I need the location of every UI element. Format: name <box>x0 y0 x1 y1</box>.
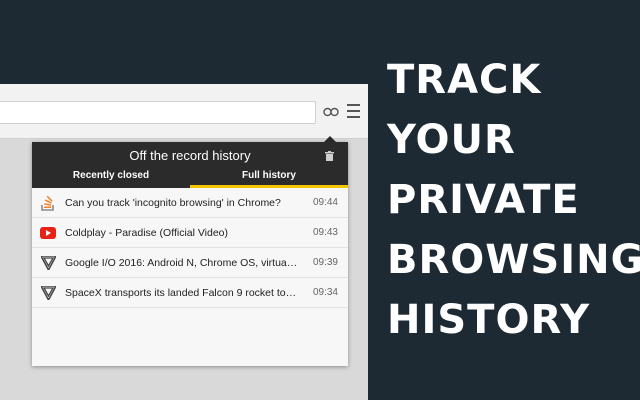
browser-window: Off the record history Recently closed F… <box>0 84 368 400</box>
headline-line: PRIVATE <box>387 177 580 223</box>
verge-icon <box>40 285 56 301</box>
history-row-time: 09:39 <box>312 257 338 268</box>
history-row-time: 09:34 <box>312 287 338 298</box>
headline: TRACK YOUR PRIVATE BROWSING HISTORY <box>387 50 640 350</box>
stackoverflow-icon <box>40 195 56 211</box>
verge-icon <box>40 255 56 271</box>
history-row[interactable]: Can you track 'incognito browsing' in Ch… <box>32 188 348 218</box>
address-bar[interactable] <box>0 101 316 124</box>
tab-full-history[interactable]: Full history <box>190 168 348 188</box>
browser-toolbar <box>0 84 368 139</box>
tab-recently-closed[interactable]: Recently closed <box>32 168 190 188</box>
history-row-title: Coldplay - Paradise (Official Video) <box>65 226 229 239</box>
history-row[interactable]: SpaceX transports its landed Falcon 9 ro… <box>32 278 348 308</box>
trash-icon[interactable] <box>325 151 334 161</box>
history-row[interactable]: Coldplay - Paradise (Official Video) 09:… <box>32 218 348 248</box>
menu-line <box>347 116 360 118</box>
history-row-time: 09:43 <box>312 227 338 238</box>
headline-line: TRACK <box>387 57 542 103</box>
popup-title: Off the record history <box>129 148 251 163</box>
popup-header: Off the record history Recently closed F… <box>32 142 348 188</box>
headline-line: HISTORY <box>387 297 591 343</box>
menu-line <box>347 104 360 106</box>
popup-tabs: Recently closed Full history <box>32 168 348 188</box>
headline-line: BROWSING <box>387 237 640 283</box>
menu-line <box>347 110 360 112</box>
browser-menu-button[interactable] <box>347 104 360 118</box>
history-row-title: Can you track 'incognito browsing' in Ch… <box>65 196 281 209</box>
incognito-glasses-icon <box>323 107 339 117</box>
headline-line: YOUR <box>387 117 516 163</box>
history-row-time: 09:44 <box>312 197 338 208</box>
history-row-title: SpaceX transports its landed Falcon 9 ro… <box>65 286 298 299</box>
history-row-title: Google I/O 2016: Android N, Chrome OS, v… <box>65 256 298 269</box>
history-popup: Off the record history Recently closed F… <box>32 142 348 366</box>
youtube-icon <box>40 225 56 241</box>
history-list: Can you track 'incognito browsing' in Ch… <box>32 188 348 308</box>
extension-button[interactable] <box>321 102 341 122</box>
history-row[interactable]: Google I/O 2016: Android N, Chrome OS, v… <box>32 248 348 278</box>
